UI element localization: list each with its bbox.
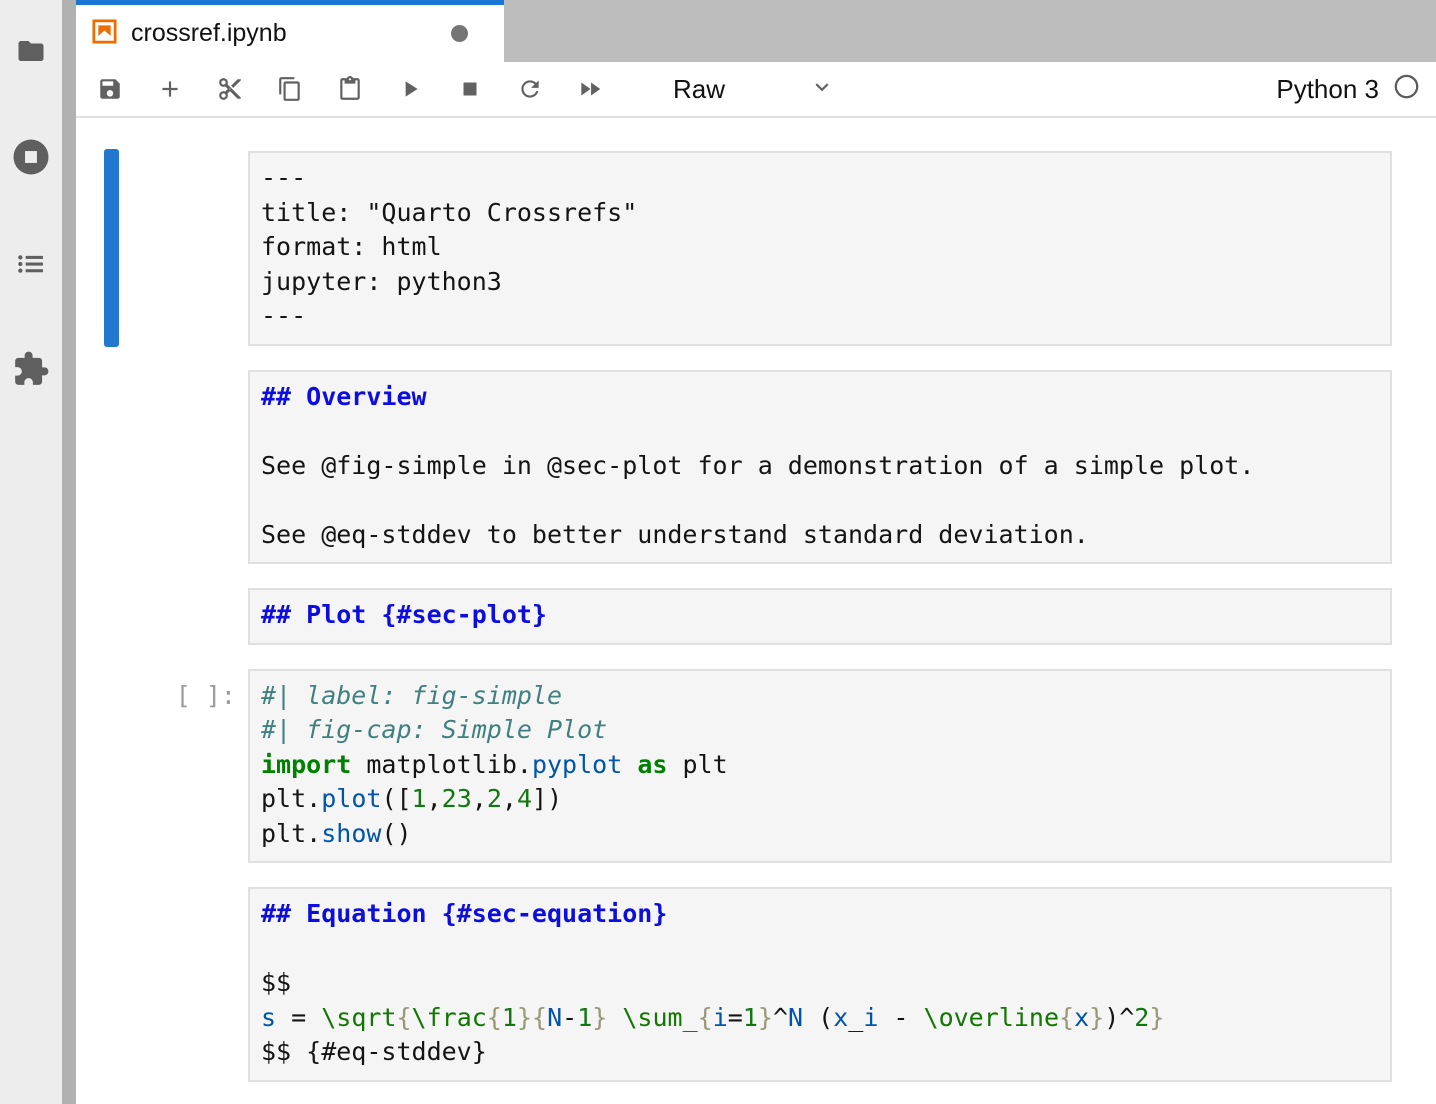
notebook-toolbar: Raw Python 3	[76, 62, 1436, 118]
cell-type-select[interactable]: Raw	[673, 74, 835, 105]
tab-crossref-ipynb[interactable]: crossref.ipynb	[76, 0, 504, 62]
code-line: s = \sqrt{\frac{1}{N-1} \sum_{i=1}^N (x_…	[261, 1001, 1378, 1036]
code-line: #| label: fig-simple	[261, 679, 1378, 714]
notebook-icon	[90, 17, 119, 51]
code-line: ## Overview	[261, 380, 1378, 415]
code-line	[261, 932, 1378, 967]
kernel-name: Python 3	[1276, 74, 1379, 105]
sidebar-item-extensions[interactable]	[0, 350, 62, 393]
save-button[interactable]	[97, 76, 123, 102]
code-line	[261, 414, 1378, 449]
code-line: #| fig-cap: Simple Plot	[261, 713, 1378, 748]
code-line: jupyter: python3	[261, 265, 1378, 300]
jupyterlab-window: crossref.ipynb	[0, 0, 1436, 1104]
cell-editor[interactable]: ## Plot {#sec-plot}	[248, 588, 1392, 645]
tab-bar: crossref.ipynb	[76, 0, 1436, 62]
unsaved-changes-indicator[interactable]	[451, 25, 468, 42]
code-line: format: html	[261, 230, 1378, 265]
sidebar-item-running-sessions[interactable]	[0, 136, 62, 183]
restart-run-all-button[interactable]	[577, 76, 603, 102]
cell-editor[interactable]: ## Equation {#sec-equation} $$s = \sqrt{…	[248, 887, 1392, 1082]
cell-raw-0[interactable]: ---title: "Quarto Crossrefs"format: html…	[76, 151, 1436, 346]
run-cell-button[interactable]	[397, 76, 423, 102]
code-line: title: "Quarto Crossrefs"	[261, 196, 1378, 231]
cell-markdown-4[interactable]: ## Equation {#sec-equation} $$s = \sqrt{…	[76, 887, 1436, 1082]
execution-prompt	[76, 588, 248, 645]
code-line: $$	[261, 966, 1378, 1001]
paste-icon	[337, 76, 363, 102]
kernel-indicator[interactable]: Python 3	[1276, 73, 1436, 105]
kernel-status-circle-icon	[1393, 73, 1420, 105]
cut-cell-button[interactable]	[217, 76, 243, 102]
code-line: plt.show()	[261, 817, 1378, 852]
cell-markdown-2[interactable]: ## Plot {#sec-plot}	[76, 588, 1436, 645]
sidebar-splitter[interactable]	[62, 0, 76, 1104]
cell-code-3[interactable]: [ ]:#| label: fig-simple#| fig-cap: Simp…	[76, 669, 1436, 864]
cell-editor[interactable]: #| label: fig-simple#| fig-cap: Simple P…	[248, 669, 1392, 864]
fast-forward-icon	[577, 76, 603, 102]
execution-prompt: [ ]:	[76, 669, 248, 864]
stop-circle-icon	[10, 136, 52, 183]
code-line: See @fig-simple in @sec-plot for a demon…	[261, 449, 1378, 484]
cell-markdown-1[interactable]: ## Overview See @fig-simple in @sec-plot…	[76, 370, 1436, 565]
sidebar-item-file-browser[interactable]	[0, 36, 62, 71]
copy-cell-button[interactable]	[277, 76, 303, 102]
cell-editor[interactable]: ## Overview See @fig-simple in @sec-plot…	[248, 370, 1392, 565]
left-sidebar	[0, 0, 62, 1104]
code-line: import matplotlib.pyplot as plt	[261, 748, 1378, 783]
sidebar-item-table-of-contents[interactable]	[0, 248, 62, 285]
copy-icon	[277, 76, 303, 102]
restart-icon	[517, 76, 543, 102]
stop-icon	[457, 76, 483, 102]
restart-kernel-button[interactable]	[517, 76, 543, 102]
code-line: ## Plot {#sec-plot}	[261, 598, 1378, 633]
add-cell-icon	[157, 76, 183, 102]
code-line	[261, 483, 1378, 518]
code-line: ---	[261, 299, 1378, 334]
execution-prompt	[76, 370, 248, 565]
toc-icon	[15, 248, 47, 285]
code-line: ## Equation {#sec-equation}	[261, 897, 1378, 932]
cell-type-value: Raw	[673, 74, 725, 105]
code-line: plt.plot([1,23,2,4])	[261, 782, 1378, 817]
execution-prompt	[76, 887, 248, 1082]
interrupt-kernel-button[interactable]	[457, 76, 483, 102]
code-line: See @eq-stddev to better understand stan…	[261, 518, 1378, 553]
cut-icon	[217, 76, 243, 102]
selected-cell-collapser[interactable]	[104, 149, 119, 347]
paste-cell-button[interactable]	[337, 76, 363, 102]
save-icon	[97, 76, 123, 102]
tab-title: crossref.ipynb	[131, 19, 287, 48]
cell-editor[interactable]: ---title: "Quarto Crossrefs"format: html…	[248, 151, 1392, 346]
main-area: crossref.ipynb	[76, 0, 1436, 1104]
code-line: ---	[261, 161, 1378, 196]
chevron-down-icon	[809, 74, 835, 105]
notebook-panel: ---title: "Quarto Crossrefs"format: html…	[76, 118, 1436, 1082]
execution-prompt	[76, 151, 248, 346]
code-line: $$ {#eq-stddev}	[261, 1035, 1378, 1070]
run-icon	[397, 76, 423, 102]
folder-icon	[15, 36, 47, 71]
notebook-cells: ---title: "Quarto Crossrefs"format: html…	[76, 151, 1436, 1082]
puzzle-icon	[12, 350, 50, 393]
add-cell-button[interactable]	[157, 76, 183, 102]
